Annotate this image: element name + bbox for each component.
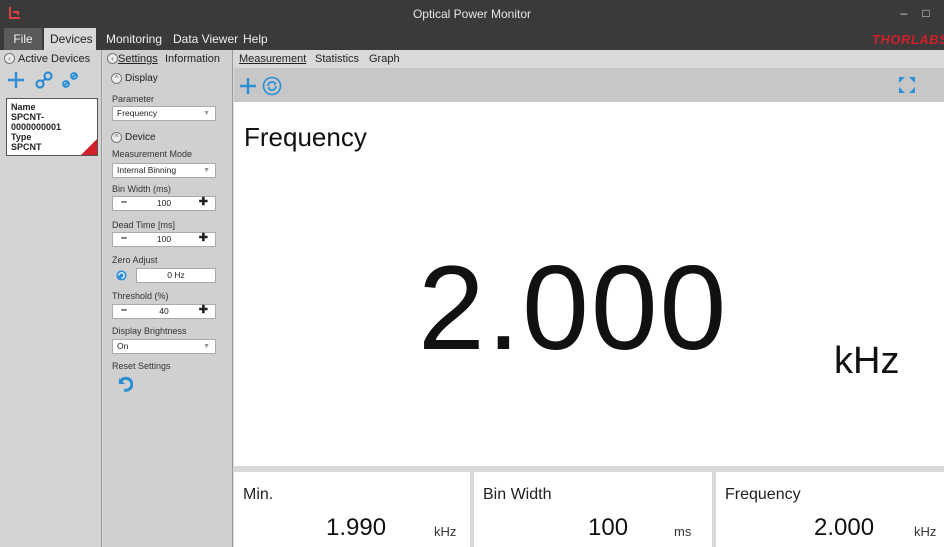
devices-panel: ‹ Active Devices Name SPCNT-0000000001 T… (0, 50, 102, 547)
zero-adjust-icon[interactable] (116, 270, 127, 281)
stat-min-unit: kHz (434, 524, 457, 539)
refresh-icon[interactable] (262, 76, 282, 96)
tab-settings[interactable]: Settings (118, 50, 158, 68)
collapse-icon[interactable]: ‹ (4, 53, 15, 64)
devices-header-label: Active Devices (18, 53, 91, 65)
stat-strip: Min. 1.990 kHz Bin Width 100 ms Frequenc… (234, 466, 944, 547)
measurement-unit: kHz (834, 340, 900, 382)
minimize-button[interactable]: – (894, 4, 914, 22)
tab-graph[interactable]: Graph (369, 50, 400, 68)
collapse-icon[interactable]: ‹ (107, 53, 118, 64)
measurement-mode-value: Internal Binning (117, 165, 177, 175)
parameter-label: Parameter (112, 94, 155, 104)
measurement-title: Frequency (244, 122, 367, 152)
measurement-display: Frequency 2.000 kHz (234, 102, 944, 466)
stat-min: Min. 1.990 kHz (234, 472, 470, 547)
tab-information[interactable]: Information (165, 50, 220, 68)
increment-button[interactable]: ✚ (199, 196, 208, 209)
settings-tabs: ‹ Settings Information (103, 50, 232, 68)
tab-measurement[interactable]: Measurement (239, 50, 306, 68)
stat-bin-width-label: Bin Width (483, 486, 552, 503)
dead-time-label: Dead Time [ms] (112, 220, 176, 230)
brand-logo: THORLABS (872, 32, 944, 46)
measurement-mode-dropdown[interactable]: Internal Binning ▼ (112, 163, 216, 178)
display-brightness-label: Display Brightness (112, 326, 187, 336)
collapse-icon[interactable]: ^ (111, 132, 122, 143)
main-toolbar (234, 68, 944, 102)
stat-bin-width-value: 100 (588, 514, 629, 541)
stat-min-label: Min. (243, 486, 274, 503)
chevron-down-icon: ▼ (203, 167, 210, 174)
parameter-value: Frequency (117, 108, 158, 118)
zero-adjust-value: 0 Hz (136, 268, 216, 283)
settings-panel: ‹ Settings Information ^ Display Paramet… (103, 50, 233, 547)
device-card[interactable]: Name SPCNT-0000000001 Type SPCNT (6, 98, 98, 156)
display-section-label: Display (125, 73, 158, 84)
display-brightness-value: On (117, 341, 129, 351)
main-tabs: Measurement Statistics Graph (234, 50, 944, 68)
add-icon[interactable] (6, 70, 26, 90)
menu-devices[interactable]: Devices (44, 28, 96, 50)
device-section-label: Device (125, 132, 156, 143)
menu-file[interactable]: File (4, 28, 42, 50)
stat-frequency-value: 2.000 (814, 514, 875, 541)
threshold-label: Threshold (%) (112, 291, 169, 301)
stat-bin-width-unit: ms (674, 524, 692, 539)
reset-settings-label: Reset Settings (112, 361, 171, 371)
collapse-icon[interactable]: ^ (111, 73, 122, 84)
menu-bar: File Devices Monitoring Data Viewer Help… (0, 28, 944, 50)
devices-panel-header: ‹ Active Devices (0, 50, 101, 68)
title-bar: Optical Power Monitor – □ (0, 0, 944, 28)
measurement-mode-label: Measurement Mode (112, 149, 193, 159)
increment-button[interactable]: ✚ (199, 232, 208, 245)
stat-frequency: Frequency 2.000 kHz (716, 472, 944, 547)
tab-statistics[interactable]: Statistics (315, 50, 359, 68)
disconnect-icon[interactable] (60, 70, 80, 90)
chevron-down-icon: ▼ (203, 110, 210, 117)
connect-icon[interactable] (34, 70, 54, 90)
zero-adjust-row: 0 Hz (112, 268, 216, 283)
undo-icon[interactable] (115, 374, 133, 392)
display-section-header[interactable]: ^ Display (111, 73, 158, 85)
bin-width-label: Bin Width (ms) (112, 184, 172, 194)
parameter-dropdown[interactable]: Frequency ▼ (112, 106, 216, 121)
device-name-label: Name (11, 102, 36, 112)
maximize-button[interactable]: □ (916, 4, 936, 22)
window-title: Optical Power Monitor (412, 7, 532, 21)
menu-data-viewer[interactable]: Data Viewer (167, 28, 244, 50)
zero-adjust-label: Zero Adjust (112, 255, 158, 265)
dead-time-stepper[interactable]: – 100 ✚ (112, 232, 216, 247)
fullscreen-icon[interactable] (898, 76, 916, 94)
stat-bin-width: Bin Width 100 ms (474, 472, 712, 547)
stat-frequency-label: Frequency (725, 486, 801, 503)
chevron-down-icon: ▼ (203, 343, 210, 350)
bin-width-stepper[interactable]: – 100 ✚ (112, 196, 216, 211)
display-brightness-dropdown[interactable]: On ▼ (112, 339, 216, 354)
measurement-value: 2.000 (418, 241, 729, 375)
threshold-stepper[interactable]: – 40 ✚ (112, 304, 216, 319)
menu-help[interactable]: Help (237, 28, 274, 50)
device-name-value: SPCNT-0000000001 (11, 112, 62, 132)
add-icon[interactable] (238, 76, 258, 96)
menu-monitoring[interactable]: Monitoring (100, 28, 168, 50)
stat-frequency-unit: kHz (914, 524, 937, 539)
device-selected-marker (81, 139, 97, 155)
device-section-header[interactable]: ^ Device (111, 132, 156, 144)
increment-button[interactable]: ✚ (199, 304, 208, 317)
stat-min-value: 1.990 (326, 514, 387, 541)
